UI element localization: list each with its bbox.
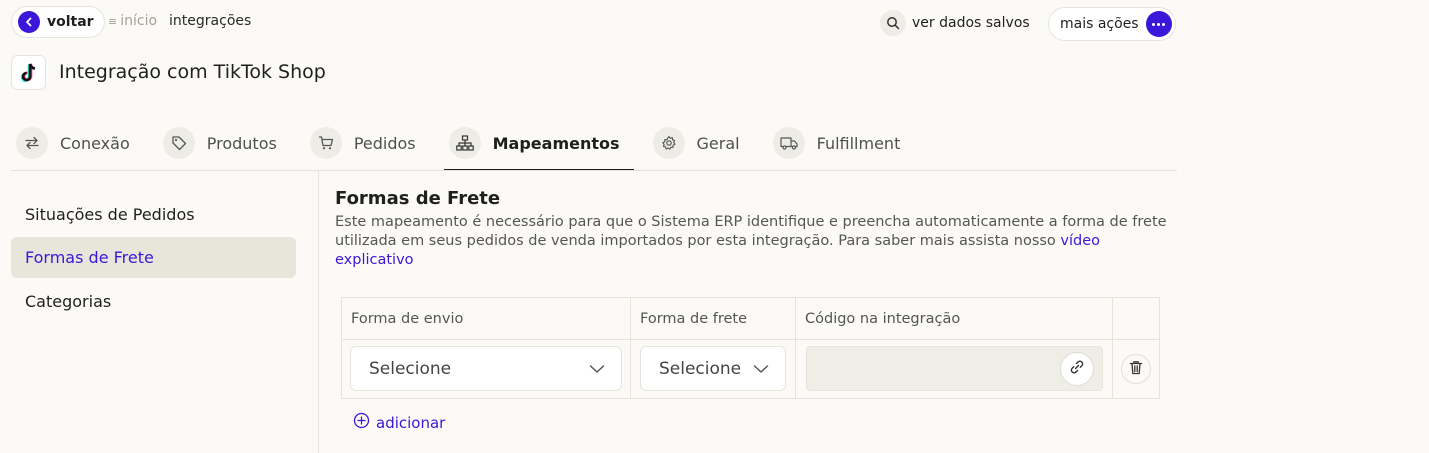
more-actions-label: mais ações [1060, 16, 1139, 32]
trash-icon [1129, 360, 1143, 379]
page-title: Integração com TikTok Shop [59, 61, 326, 83]
column-header-freight-method: Forma de frete [640, 311, 748, 327]
more-dots-icon [1145, 11, 1172, 37]
plus-circle-icon [353, 412, 370, 433]
tab-bar: Conexão Produtos Pedidos Mapeamentos Ger… [11, 117, 928, 171]
section-description: Este mapeamento é necessário para que o … [335, 213, 1175, 270]
description-text: Este mapeamento é necessário para que o … [335, 214, 1167, 249]
integration-code-field[interactable] [806, 346, 1103, 391]
tab-orders[interactable]: Pedidos [305, 117, 430, 169]
tag-icon [162, 127, 195, 159]
column-header-shipping-method: Forma de envio [351, 311, 464, 327]
mapping-table: Forma de envio Forma de frete Código na … [341, 297, 1160, 399]
chevron-down-icon [589, 359, 605, 378]
gear-icon [652, 127, 685, 159]
chevron-down-icon [753, 359, 769, 378]
tab-label: Conexão [60, 133, 130, 153]
freight-method-select[interactable]: Selecione [640, 346, 786, 391]
shipping-method-value: Selecione [369, 358, 452, 379]
tiktok-logo-icon [11, 55, 46, 90]
cart-icon [309, 127, 342, 159]
breadcrumb: ≡ início integrações [108, 13, 251, 29]
link-icon [1069, 359, 1085, 379]
tab-label: Produtos [206, 133, 277, 153]
sidebar-item-categories[interactable]: Categorias [11, 281, 296, 322]
column-header-integration-code: Código na integração [805, 311, 961, 327]
tab-label: Pedidos [353, 133, 416, 153]
hierarchy-icon [448, 127, 481, 159]
search-icon [880, 10, 906, 36]
back-label: voltar [47, 14, 94, 30]
chevron-left-icon [18, 11, 40, 33]
view-saved-data-button[interactable]: ver dados salvos [880, 9, 1030, 37]
link-button[interactable] [1060, 352, 1094, 386]
sidebar-item-order-statuses[interactable]: Situações de Pedidos [11, 194, 296, 235]
view-saved-data-label: ver dados salvos [912, 15, 1030, 31]
breadcrumb-current[interactable]: integrações [169, 13, 251, 29]
add-row-button[interactable]: adicionar [353, 412, 445, 433]
tab-label: Mapeamentos [492, 133, 620, 153]
tab-general[interactable]: Geral [648, 117, 754, 169]
section-title: Formas de Frete [335, 188, 501, 209]
tab-mappings[interactable]: Mapeamentos [443, 117, 634, 171]
shipping-method-select[interactable]: Selecione [350, 346, 622, 391]
tab-label: Fulfillment [816, 133, 901, 153]
truck-icon [772, 127, 805, 159]
tabs-divider [11, 170, 1177, 171]
sidebar-divider [318, 171, 319, 453]
back-button[interactable]: voltar [11, 6, 105, 38]
tab-label: Geral [696, 133, 740, 153]
freight-method-value: Selecione [659, 358, 742, 379]
add-row-label: adicionar [376, 413, 446, 432]
menu-lines-icon: ≡ [108, 14, 118, 28]
tab-products[interactable]: Produtos [158, 117, 291, 169]
more-actions-button[interactable]: mais ações [1048, 7, 1176, 41]
breadcrumb-home-label: início [120, 13, 158, 29]
sidebar-item-shipping-methods[interactable]: Formas de Frete [11, 237, 296, 278]
tab-connection[interactable]: Conexão [11, 117, 144, 169]
tab-fulfillment[interactable]: Fulfillment [768, 117, 915, 169]
delete-row-button[interactable] [1121, 354, 1151, 384]
arrows-swap-icon [16, 127, 48, 159]
breadcrumb-home[interactable]: ≡ início [108, 13, 157, 29]
